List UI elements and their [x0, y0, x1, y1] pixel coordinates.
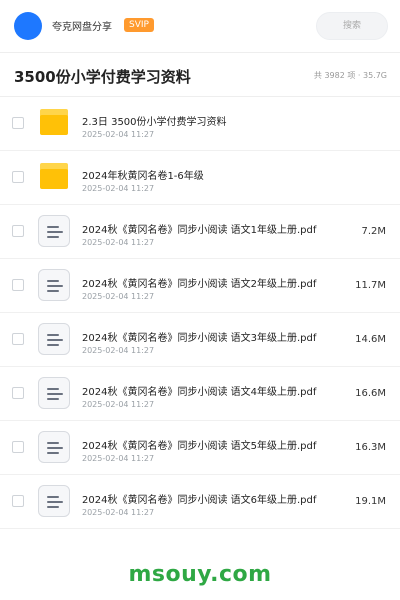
- search-input[interactable]: [316, 12, 388, 40]
- item-date: 2025-02-04 11:27: [82, 346, 155, 355]
- row-checkbox[interactable]: [12, 225, 24, 237]
- app-name: 夸克网盘分享: [52, 22, 112, 33]
- item-name[interactable]: 2024秋《黄冈名卷》同步小阅读 语文4年级上册.pdf: [82, 383, 330, 398]
- item-date: 2025-02-04 11:27: [82, 130, 155, 139]
- item-name[interactable]: 2024秋《黄冈名卷》同步小阅读 语文6年级上册.pdf: [82, 491, 330, 506]
- item-size: 19.1M: [355, 496, 386, 507]
- list-item[interactable]: 2024秋《黄冈名卷》同步小阅读 语文1年级上册.pdf 2025-02-04 1…: [0, 205, 400, 259]
- item-name[interactable]: 2.3日 3500份小学付费学习资料: [82, 113, 330, 128]
- document-icon: [38, 377, 70, 409]
- list-item[interactable]: 2024秋《黄冈名卷》同步小阅读 语文5年级上册.pdf 2025-02-04 1…: [0, 421, 400, 475]
- top-bar: 夸克网盘分享 SVIP: [0, 0, 400, 53]
- item-size: 16.3M: [355, 442, 386, 453]
- watermark: msouy.com: [128, 562, 272, 587]
- item-name[interactable]: 2024秋《黄冈名卷》同步小阅读 语文3年级上册.pdf: [82, 329, 330, 344]
- list-item[interactable]: 2024年秋黄冈名卷1-6年级 2025-02-04 11:27: [0, 151, 400, 205]
- item-date: 2025-02-04 11:27: [82, 292, 155, 301]
- item-name[interactable]: 2024年秋黄冈名卷1-6年级: [82, 167, 330, 182]
- row-checkbox[interactable]: [12, 387, 24, 399]
- list-item[interactable]: 2024秋《黄冈名卷》同步小阅读 语文4年级上册.pdf 2025-02-04 1…: [0, 367, 400, 421]
- item-date: 2025-02-04 11:27: [82, 400, 155, 409]
- document-icon: [38, 269, 70, 301]
- item-count-summary: 共 3982 项 · 35.7G: [313, 71, 387, 80]
- row-checkbox[interactable]: [12, 495, 24, 507]
- item-size: 16.6M: [355, 388, 386, 399]
- svip-badge: SVIP: [124, 18, 154, 32]
- page-title: 3500份小学付费学习资料: [14, 68, 191, 86]
- list-item[interactable]: 2024秋《黄冈名卷》同步小阅读 语文3年级上册.pdf 2025-02-04 1…: [0, 313, 400, 367]
- item-name[interactable]: 2024秋《黄冈名卷》同步小阅读 语文1年级上册.pdf: [82, 221, 330, 236]
- document-icon: [38, 323, 70, 355]
- document-icon: [38, 215, 70, 247]
- item-name[interactable]: 2024秋《黄冈名卷》同步小阅读 语文2年级上册.pdf: [82, 275, 330, 290]
- item-size: 11.7M: [355, 280, 386, 291]
- row-checkbox[interactable]: [12, 333, 24, 345]
- list-item[interactable]: 2024秋《黄冈名卷》同步小阅读 语文6年级上册.pdf 2025-02-04 1…: [0, 475, 400, 529]
- list-item[interactable]: 2.3日 3500份小学付费学习资料 2025-02-04 11:27: [0, 97, 400, 151]
- avatar[interactable]: [14, 12, 42, 40]
- item-size: 14.6M: [355, 334, 386, 345]
- item-name[interactable]: 2024秋《黄冈名卷》同步小阅读 语文5年级上册.pdf: [82, 437, 330, 452]
- item-date: 2025-02-04 11:27: [82, 454, 155, 463]
- item-size: 7.2M: [361, 226, 386, 237]
- row-checkbox[interactable]: [12, 441, 24, 453]
- row-checkbox[interactable]: [12, 171, 24, 183]
- item-date: 2025-02-04 11:27: [82, 184, 155, 193]
- item-date: 2025-02-04 11:27: [82, 238, 155, 247]
- document-icon: [38, 485, 70, 517]
- row-checkbox[interactable]: [12, 279, 24, 291]
- folder-icon: [40, 163, 68, 189]
- file-list: 2.3日 3500份小学付费学习资料 2025-02-04 11:27 2024年秋…: [0, 97, 400, 529]
- document-icon: [38, 431, 70, 463]
- list-item[interactable]: 2024秋《黄冈名卷》同步小阅读 语文2年级上册.pdf 2025-02-04 1…: [0, 259, 400, 313]
- row-checkbox[interactable]: [12, 117, 24, 129]
- folder-icon: [40, 109, 68, 135]
- item-date: 2025-02-04 11:27: [82, 508, 155, 517]
